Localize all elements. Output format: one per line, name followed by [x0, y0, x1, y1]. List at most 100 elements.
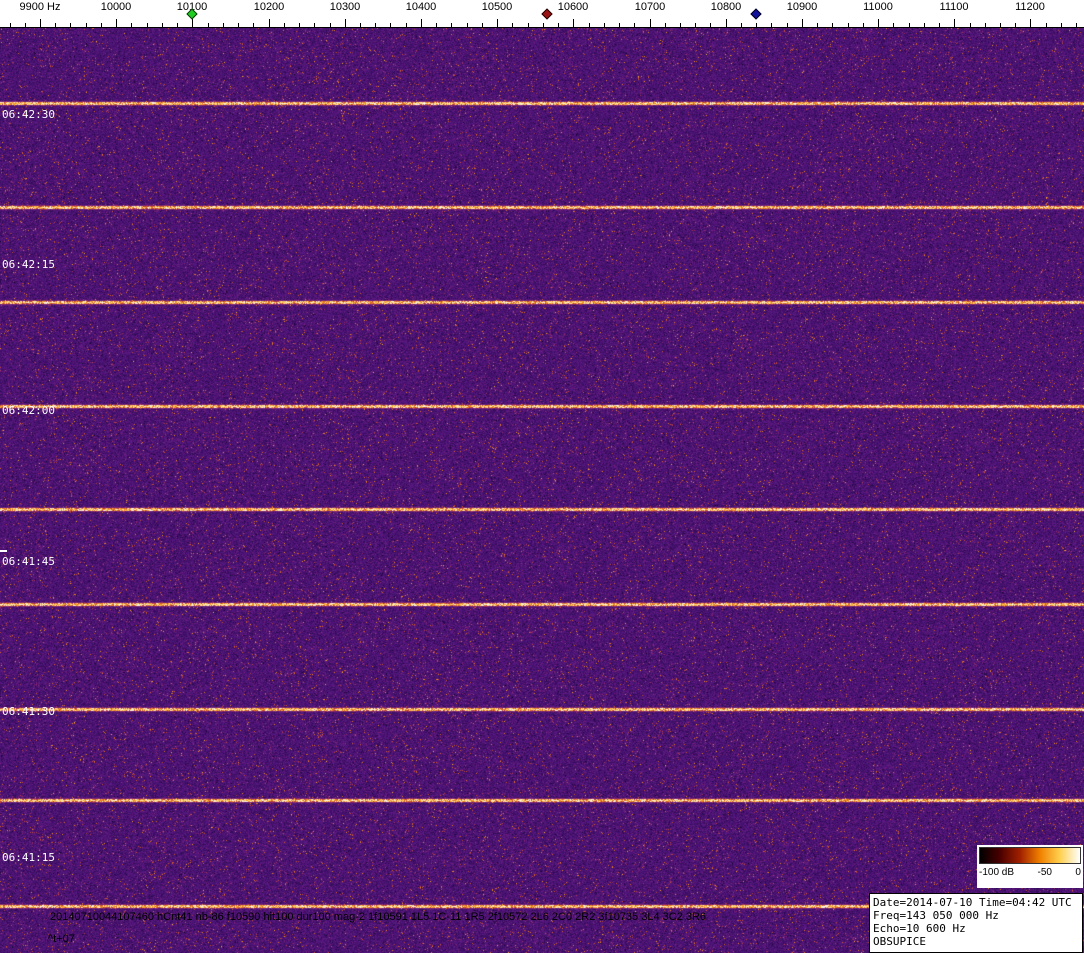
freq-minor-tick	[55, 23, 56, 27]
freq-minor-tick	[589, 23, 590, 27]
freq-tick-label: 9900 Hz	[19, 1, 61, 13]
freq-minor-tick	[360, 23, 361, 27]
freq-major-tick	[878, 19, 879, 27]
frequency-ruler: 9900 Hz 10000 10100 10200 10300 10400 10500 106…	[0, 0, 1084, 28]
freq-tick-label: 10200	[253, 1, 285, 13]
marker-diamond-red[interactable]	[541, 8, 553, 20]
detection-annotation: 20140710044107460 hCnt41 nb-86 f10590 hi…	[50, 911, 707, 923]
freq-tick-label: 11100	[939, 1, 969, 13]
time-minor-tick	[0, 550, 7, 552]
freq-minor-tick	[406, 23, 407, 27]
freq-minor-tick	[70, 23, 71, 27]
freq-major-tick	[269, 19, 270, 27]
info-date-time: Date=2014-07-10 Time=04:42 UTC	[873, 896, 1072, 909]
freq-tick-label: 10500	[481, 1, 513, 13]
freq-tick-label: 10900	[786, 1, 818, 13]
spectrogram-canvas	[0, 28, 1084, 953]
freq-minor-tick	[634, 23, 635, 27]
db-label-min: -100 dB	[979, 867, 1015, 878]
db-scale-legend: -100 dB -50 0	[977, 845, 1083, 888]
spectrogram-app: 9900 Hz 10000 10100 10200 10300 10400 10500 106…	[0, 0, 1084, 953]
freq-minor-tick	[330, 23, 331, 27]
freq-minor-tick	[223, 23, 224, 27]
freq-major-tick	[573, 19, 574, 27]
freq-minor-tick	[131, 23, 132, 27]
time-offset-label: ^t+07	[48, 933, 75, 945]
freq-tick-label: 10600	[557, 1, 589, 13]
db-legend-labels: -100 dB -50 0	[979, 867, 1081, 878]
freq-tick-label: 10300	[329, 1, 361, 13]
freq-tick-label: 11200	[1015, 1, 1045, 13]
freq-minor-tick	[787, 23, 788, 27]
freq-minor-tick	[299, 23, 300, 27]
freq-minor-tick	[1076, 23, 1077, 27]
freq-minor-tick	[238, 23, 239, 27]
freq-major-tick	[192, 19, 193, 27]
marker-diamond-blue[interactable]	[750, 8, 762, 20]
freq-minor-tick	[1046, 23, 1047, 27]
freq-minor-tick	[467, 23, 468, 27]
time-axis-label: 06:42:00	[2, 404, 55, 417]
freq-major-tick	[421, 19, 422, 27]
freq-minor-tick	[909, 23, 910, 27]
freq-minor-tick	[970, 23, 971, 27]
freq-minor-tick	[558, 23, 559, 27]
freq-minor-tick	[451, 23, 452, 27]
freq-minor-tick	[208, 23, 209, 27]
freq-minor-tick	[284, 23, 285, 27]
freq-major-tick	[1030, 19, 1031, 27]
time-axis-label: 06:41:30	[2, 705, 55, 718]
freq-minor-tick	[604, 23, 605, 27]
freq-minor-tick	[375, 23, 376, 27]
freq-tick-label: 10800	[710, 1, 742, 13]
freq-minor-tick	[710, 23, 711, 27]
freq-minor-tick	[619, 23, 620, 27]
freq-minor-tick	[147, 23, 148, 27]
freq-minor-tick	[832, 23, 833, 27]
time-axis-label: 06:41:15	[2, 851, 55, 864]
freq-minor-tick	[939, 23, 940, 27]
freq-minor-tick	[25, 23, 26, 27]
freq-minor-tick	[314, 23, 315, 27]
freq-minor-tick	[756, 23, 757, 27]
time-axis-label: 06:41:45	[2, 555, 55, 568]
freq-minor-tick	[985, 23, 986, 27]
freq-major-tick	[726, 19, 727, 27]
freq-minor-tick	[680, 23, 681, 27]
freq-major-tick	[345, 19, 346, 27]
freq-minor-tick	[253, 23, 254, 27]
freq-major-tick	[116, 19, 117, 27]
status-info-box: Date=2014-07-10 Time=04:42 UTC Freq=143 …	[869, 893, 1083, 953]
time-axis-label: 06:42:30	[2, 108, 55, 121]
freq-major-tick	[40, 19, 41, 27]
freq-minor-tick	[512, 23, 513, 27]
freq-minor-tick	[390, 23, 391, 27]
freq-tick-label: 10000	[100, 1, 132, 13]
freq-minor-tick	[893, 23, 894, 27]
freq-minor-tick	[436, 23, 437, 27]
info-frequency: Freq=143 050 000 Hz	[873, 909, 999, 922]
freq-minor-tick	[741, 23, 742, 27]
freq-minor-tick	[162, 23, 163, 27]
db-gradient-bar	[979, 847, 1081, 864]
freq-minor-tick	[817, 23, 818, 27]
freq-major-tick	[954, 19, 955, 27]
db-label-mid: -50	[1037, 867, 1052, 878]
spectrogram-area: 20140710044107460 hCnt41 nb-86 f10590 hi…	[0, 28, 1084, 953]
freq-minor-tick	[848, 23, 849, 27]
freq-tick-label: 10700	[634, 1, 666, 13]
freq-minor-tick	[924, 23, 925, 27]
freq-minor-tick	[543, 23, 544, 27]
freq-tick-label: 11000	[863, 1, 893, 13]
freq-minor-tick	[101, 23, 102, 27]
freq-minor-tick	[10, 23, 11, 27]
db-label-max: 0	[1075, 867, 1081, 878]
info-echo: Echo=10 600 Hz	[873, 922, 966, 935]
freq-minor-tick	[665, 23, 666, 27]
freq-minor-tick	[482, 23, 483, 27]
freq-major-tick	[650, 19, 651, 27]
freq-minor-tick	[528, 23, 529, 27]
freq-major-tick	[497, 19, 498, 27]
time-axis-label: 06:42:15	[2, 258, 55, 271]
freq-minor-tick	[1015, 23, 1016, 27]
